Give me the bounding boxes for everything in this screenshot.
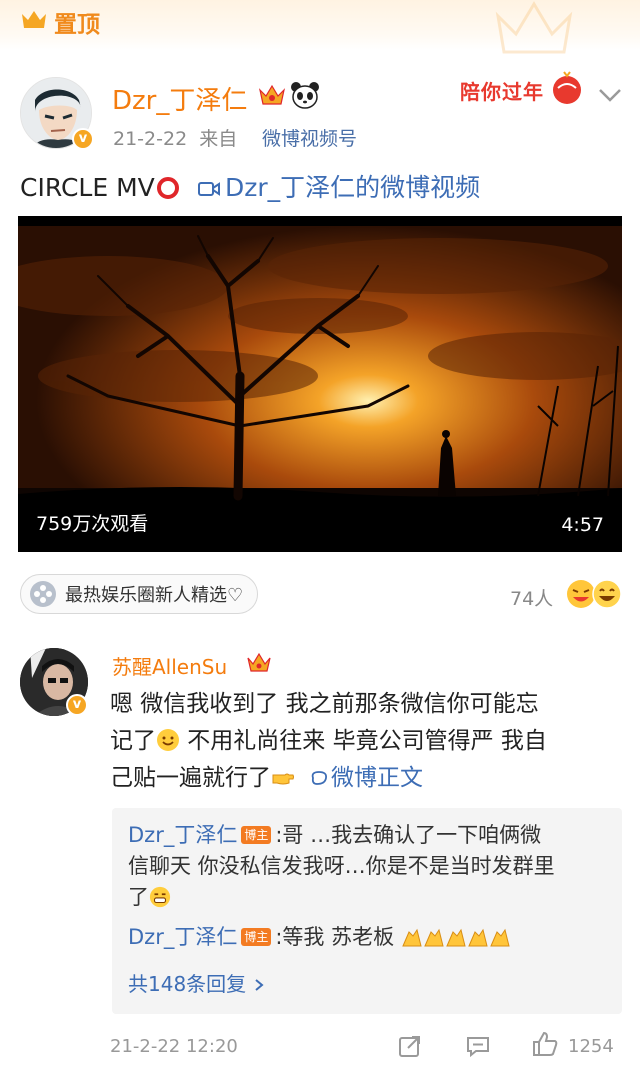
share-icon[interactable]	[398, 1034, 422, 1058]
panda-icon	[291, 82, 319, 109]
vip-crown-icon[interactable]	[258, 82, 286, 108]
reply-item[interactable]: Dzr_丁泽仁 博主:哥 …我去确认了一下咱俩微 信聊天 你没私信发我呀…你是不是…	[128, 820, 612, 913]
host-badge: 博主	[241, 826, 272, 844]
pointing-hand-icon	[272, 773, 294, 785]
comment-like-count[interactable]: 1254	[568, 1036, 614, 1057]
reply-author[interactable]: Dzr_丁泽仁	[128, 925, 237, 949]
video-player[interactable]: 759万次观看 4:57	[18, 216, 622, 552]
comment-author-name[interactable]: 苏醒AllenSu	[112, 651, 227, 680]
comment-line: 己贴一遍就行了 微博正文	[110, 765, 423, 791]
comment-line: 记了 不用礼尚往来 毕竟公司管得严 我自	[110, 728, 547, 754]
smile-emoji-icon	[157, 729, 179, 751]
verified-badge-icon: v	[72, 128, 94, 150]
video-view-count: 759万次观看	[36, 513, 149, 535]
video-thumbnail	[18, 226, 622, 544]
weibo-original-link[interactable]: 微博正文	[331, 765, 423, 791]
lantern-icon	[553, 71, 581, 104]
vip-crown-icon[interactable]	[246, 651, 272, 675]
comment-text: 嗯 微信我收到了 我之前那条微信你可能忘 记了 不用礼尚往来 毕竟公司管得严 我…	[110, 686, 622, 797]
grimace-emoji-icon	[149, 886, 171, 908]
replies-box[interactable]: Dzr_丁泽仁 博主:哥 …我去确认了一下咱俩微 信聊天 你没私信发我呀…你是不是…	[112, 808, 622, 1014]
post-author-name[interactable]: Dzr_丁泽仁	[112, 80, 247, 117]
video-camera-icon	[197, 182, 220, 196]
thumbs-up-icon[interactable]	[531, 1030, 559, 1058]
host-badge: 博主	[241, 928, 272, 946]
new-year-badge-text: 陪你过年	[460, 80, 544, 104]
pinned-label: 置顶	[54, 12, 100, 38]
post-title: CIRCLE MV	[20, 173, 155, 202]
crown-pin-icon	[22, 11, 46, 28]
post-source-link[interactable]: 微博视频号	[262, 124, 357, 151]
new-year-badge[interactable]: 陪你过年	[458, 66, 588, 116]
chevron-right-icon	[255, 979, 264, 991]
comment-timestamp: 21-2-22 12:20	[110, 1036, 238, 1057]
post-date: 21-2-22 来自	[113, 128, 238, 150]
comment-icon[interactable]	[466, 1034, 490, 1058]
clapping-hands-icon	[402, 928, 510, 947]
view-all-replies-link[interactable]: 共148条回复	[128, 968, 264, 997]
post-like-count[interactable]: 74人	[510, 584, 553, 611]
video-link[interactable]: Dzr_丁泽仁的微博视频	[225, 173, 480, 202]
supertopic-label: 最热娱乐圈新人精选♡	[65, 585, 244, 606]
pinned-header: 置顶	[0, 0, 640, 54]
comment-line: 嗯 微信我收到了 我之前那条微信你可能忘	[110, 691, 539, 717]
reply-author[interactable]: Dzr_丁泽仁	[128, 823, 237, 847]
reply-item[interactable]: Dzr_丁泽仁 博主:等我 苏老板	[128, 922, 612, 953]
flower-icon	[30, 581, 56, 607]
post-text: CIRCLE MV Dzr_丁泽仁的微博视频	[20, 168, 480, 202]
red-circle-icon	[156, 177, 179, 199]
crown-decoration-icon	[495, 1, 573, 54]
video-duration: 4:57	[561, 514, 604, 536]
emoji-reactions-icon[interactable]	[565, 578, 623, 610]
commenter-verified-icon: v	[66, 694, 88, 716]
supertopic-chip[interactable]: 最热娱乐圈新人精选♡	[20, 574, 259, 614]
weibo-link-icon	[311, 771, 328, 785]
chevron-down-icon[interactable]	[596, 84, 624, 106]
